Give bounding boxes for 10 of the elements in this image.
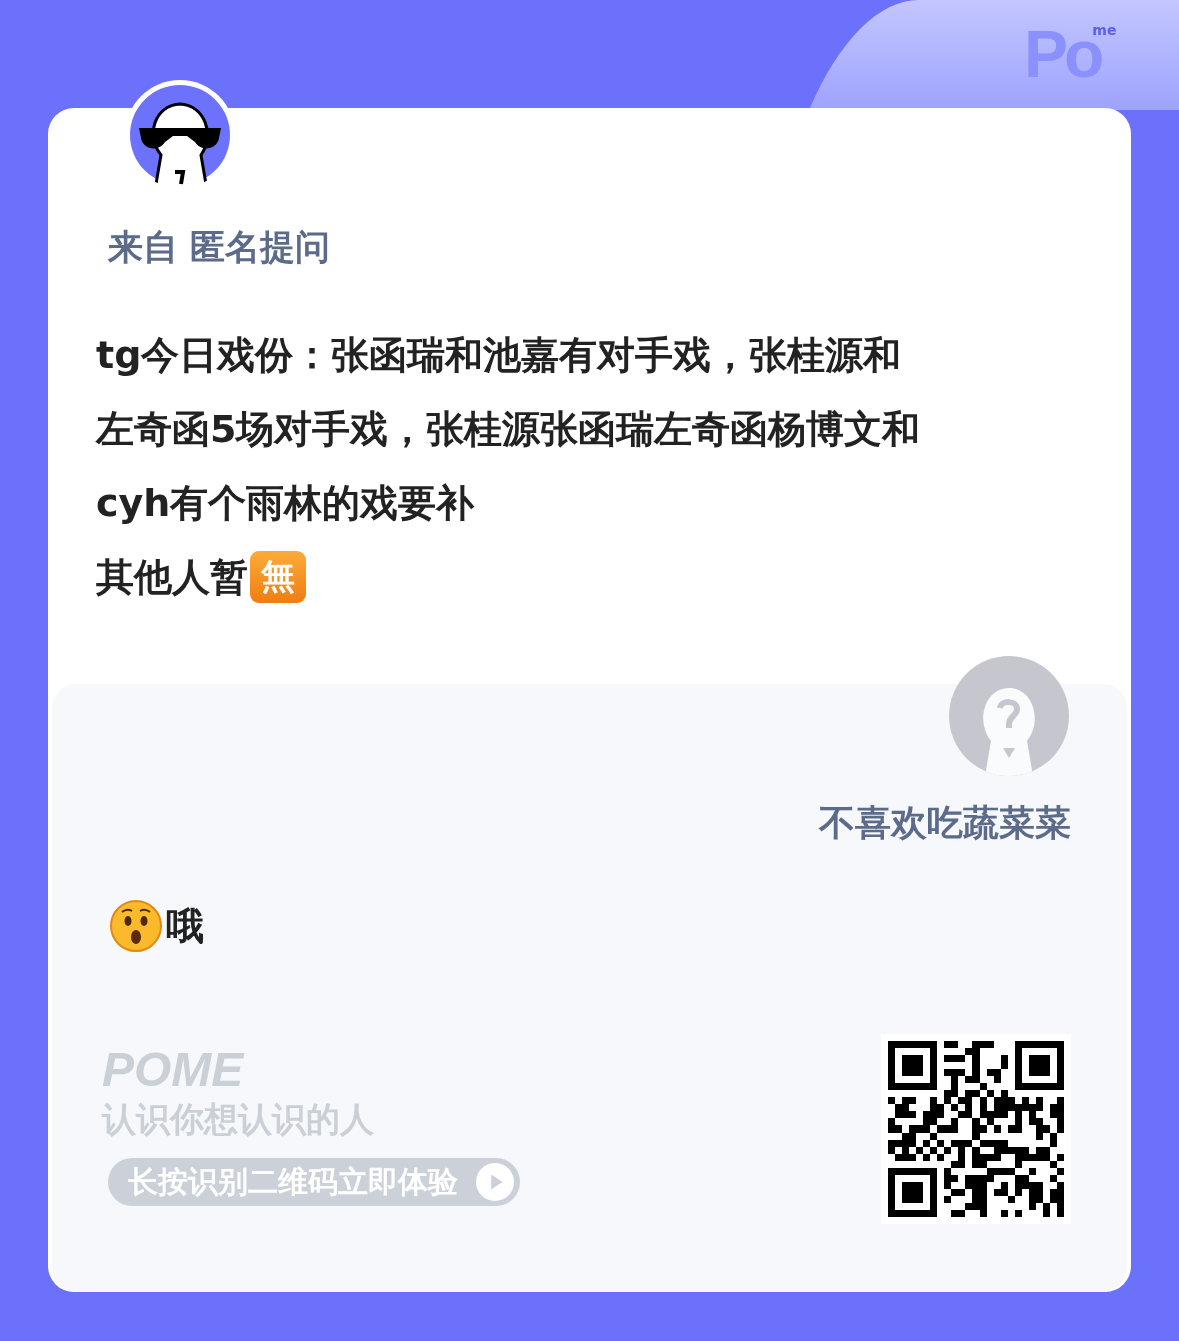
- question-source: 来自 匿名提问: [108, 227, 331, 267]
- question-text: 其他人暂: [96, 553, 248, 601]
- answer-text: 哦: [166, 902, 204, 950]
- astonished-face-icon: [110, 900, 162, 952]
- emoji-badge: 無: [250, 551, 306, 603]
- question-text: 左奇函5场对手戏，张桂源张函瑞左奇函杨博文和: [96, 405, 921, 453]
- answerer-name: 不喜欢吃蔬菜菜: [819, 801, 1071, 845]
- question-text: cyh有个雨林的戏要补: [96, 479, 475, 527]
- play-icon: [476, 1163, 514, 1201]
- question-text: tg今日戏份：张函瑞和池嘉有对手戏，张桂源和: [96, 331, 902, 379]
